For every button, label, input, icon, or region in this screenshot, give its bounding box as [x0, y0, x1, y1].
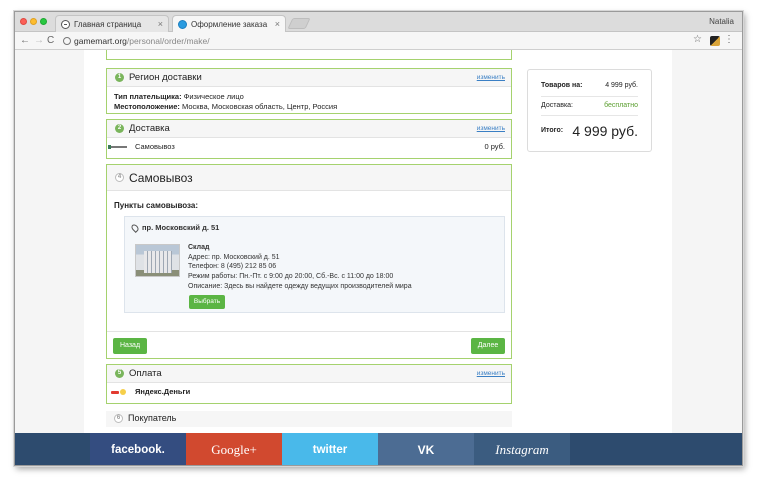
instagram-link[interactable]: Instagram — [474, 433, 570, 465]
pickup-points-title: Пункты самовывоза: — [114, 201, 199, 210]
extension-icon[interactable] — [710, 36, 720, 46]
summary-delivery-row: Доставка: бесплатно — [541, 102, 638, 109]
url-path: /personal/order/make/ — [126, 36, 210, 46]
region-edit-link[interactable]: изменить — [477, 74, 505, 81]
order-summary: Товаров на: 4 999 руб. Доставка: бесплат… — [527, 69, 652, 152]
tab-close-icon[interactable]: × — [275, 16, 280, 33]
payment-title: Оплата — [129, 368, 162, 379]
summary-total-row: Итого: 4 999 руб. — [541, 123, 638, 139]
divider — [541, 115, 638, 116]
payment-block-header: 5 Оплата изменить — [107, 365, 511, 383]
buyer-title: Покупатель — [128, 413, 177, 423]
step-number-icon: 6 — [114, 414, 123, 423]
yandex-money-logo-icon — [111, 388, 127, 397]
region-title: Регион доставки — [129, 72, 202, 83]
step-number-icon: 4 — [115, 173, 124, 182]
navigation-favicon-icon — [61, 20, 70, 29]
facebook-link[interactable]: facebook. — [90, 433, 186, 465]
location-value: Москва, Московская область, Центр, Росси… — [179, 102, 338, 111]
delivery-service-logo-icon — [108, 145, 127, 149]
pickup-point-name: Склад — [188, 244, 210, 251]
delivery-method-name: Самовывоз — [135, 142, 175, 151]
summary-delivery-value: бесплатно — [604, 102, 638, 109]
reload-icon[interactable]: C — [47, 34, 54, 48]
browser-menu-icon[interactable]: ⋮ — [724, 34, 734, 45]
tab-title: Главная страница — [74, 20, 142, 29]
back-button[interactable]: Назад — [113, 338, 147, 354]
buyer-block[interactable]: 6 Покупатель — [106, 411, 512, 427]
map-pin-icon — [130, 223, 140, 233]
summary-delivery-label: Доставка: — [541, 102, 574, 109]
step-check-icon: 1 — [115, 73, 124, 82]
select-pickup-point-button[interactable]: Выбрать — [189, 295, 225, 309]
delivery-title: Доставка — [129, 123, 170, 134]
next-button[interactable]: Далее — [471, 338, 505, 354]
payer-type-line: Тип плательщика: Физическое лицо — [114, 92, 504, 102]
summary-goods-label: Товаров на: — [541, 82, 583, 89]
pickup-point-address-title: пр. Московский д. 51 — [142, 223, 220, 232]
page-info-icon[interactable] — [63, 37, 71, 45]
delivery-block-header: 2 Доставка изменить — [107, 120, 511, 138]
summary-goods-value: 4 999 руб. — [605, 82, 638, 89]
step-check-icon: 5 — [115, 369, 124, 378]
divider — [541, 96, 638, 97]
tab-strip: Главная страница × Оформление заказа × N… — [15, 12, 742, 32]
minimize-window-button[interactable] — [30, 18, 37, 25]
page-viewport: 1 Регион доставки изменить Тип плательщи… — [15, 50, 742, 465]
previous-block-edge — [106, 50, 512, 60]
payment-method-row: Яндекс.Деньги — [107, 383, 511, 401]
delivery-method-row: Самовывоз 0 руб. — [107, 138, 511, 156]
pickup-title: Самовывоз — [129, 171, 193, 185]
tab-close-icon[interactable]: × — [158, 16, 163, 33]
site-favicon-icon — [178, 20, 187, 29]
payer-type-value: Физическое лицо — [181, 92, 244, 101]
payment-edit-link[interactable]: изменить — [477, 370, 505, 377]
twitter-link[interactable]: twitter — [282, 433, 378, 465]
page-content: 1 Регион доставки изменить Тип плательщи… — [84, 50, 672, 433]
tab-title: Оформление заказа — [191, 20, 268, 29]
google-plus-link[interactable]: Google+ — [186, 433, 282, 465]
address-bar[interactable]: gamemart.org/personal/order/make/ — [63, 36, 210, 46]
pickup-point-address: Адрес: пр. Московский д. 51 — [188, 253, 280, 261]
browser-window: Главная страница × Оформление заказа × N… — [14, 11, 743, 466]
step-check-icon: 2 — [115, 124, 124, 133]
new-tab-button[interactable] — [287, 18, 311, 29]
url-host: gamemart.org — [74, 36, 127, 46]
location-line: Местоположение: Москва, Московская облас… — [114, 102, 504, 112]
close-window-button[interactable] — [20, 18, 27, 25]
pickup-point-phone: Телефон: 8 (495) 212 85 06 — [188, 263, 277, 271]
back-arrow-icon[interactable]: ← — [20, 34, 30, 48]
vk-link[interactable]: VK — [378, 433, 474, 465]
pickup-point-info: Склад Адрес: пр. Московский д. 51 Телефо… — [188, 243, 412, 292]
forward-arrow-icon[interactable]: → — [34, 34, 44, 48]
divider — [107, 331, 511, 332]
pickup-point-description: Описание: Здесь вы найдете одежду ведущи… — [188, 282, 412, 290]
delivery-block: 2 Доставка изменить Самовывоз 0 руб. — [106, 119, 512, 159]
payment-method-name: Яндекс.Деньги — [135, 387, 191, 396]
pickup-block: 4 Самовывоз Пункты самовывоза: пр. Моско… — [106, 164, 512, 359]
delivery-edit-link[interactable]: изменить — [477, 125, 505, 132]
pickup-block-header: 4 Самовывоз — [107, 165, 511, 191]
summary-goods-row: Товаров на: 4 999 руб. — [541, 82, 638, 89]
summary-total-value: 4 999 руб. — [572, 123, 638, 139]
social-links-bar: facebook. Google+ twitter VK Instagram — [15, 433, 742, 465]
region-block-header: 1 Регион доставки изменить — [107, 69, 511, 87]
pickup-point-card: пр. Московский д. 51 Склад Адрес: пр. Мо… — [124, 216, 505, 313]
browser-toolbar: ← → C gamemart.org/personal/order/make/ … — [15, 32, 742, 50]
maximize-window-button[interactable] — [40, 18, 47, 25]
location-label: Местоположение: — [114, 102, 180, 111]
region-block: 1 Регион доставки изменить Тип плательщи… — [106, 68, 512, 114]
pickup-point-hours: Режим работы: Пн.-Пт. с 9:00 до 20:00, С… — [188, 273, 394, 281]
tab-checkout[interactable]: Оформление заказа × — [172, 15, 286, 32]
pickup-point-photo — [135, 244, 180, 277]
bookmark-star-icon[interactable]: ☆ — [693, 34, 702, 45]
profile-name[interactable]: Natalia — [709, 17, 734, 26]
tab-home[interactable]: Главная страница × — [55, 15, 169, 32]
region-block-body: Тип плательщика: Физическое лицо Местопо… — [107, 87, 511, 117]
delivery-method-price: 0 руб. — [484, 142, 505, 151]
payer-type-label: Тип плательщика: — [114, 92, 182, 101]
summary-total-label: Итого: — [541, 127, 564, 134]
payment-block: 5 Оплата изменить Яндекс.Деньги — [106, 364, 512, 404]
